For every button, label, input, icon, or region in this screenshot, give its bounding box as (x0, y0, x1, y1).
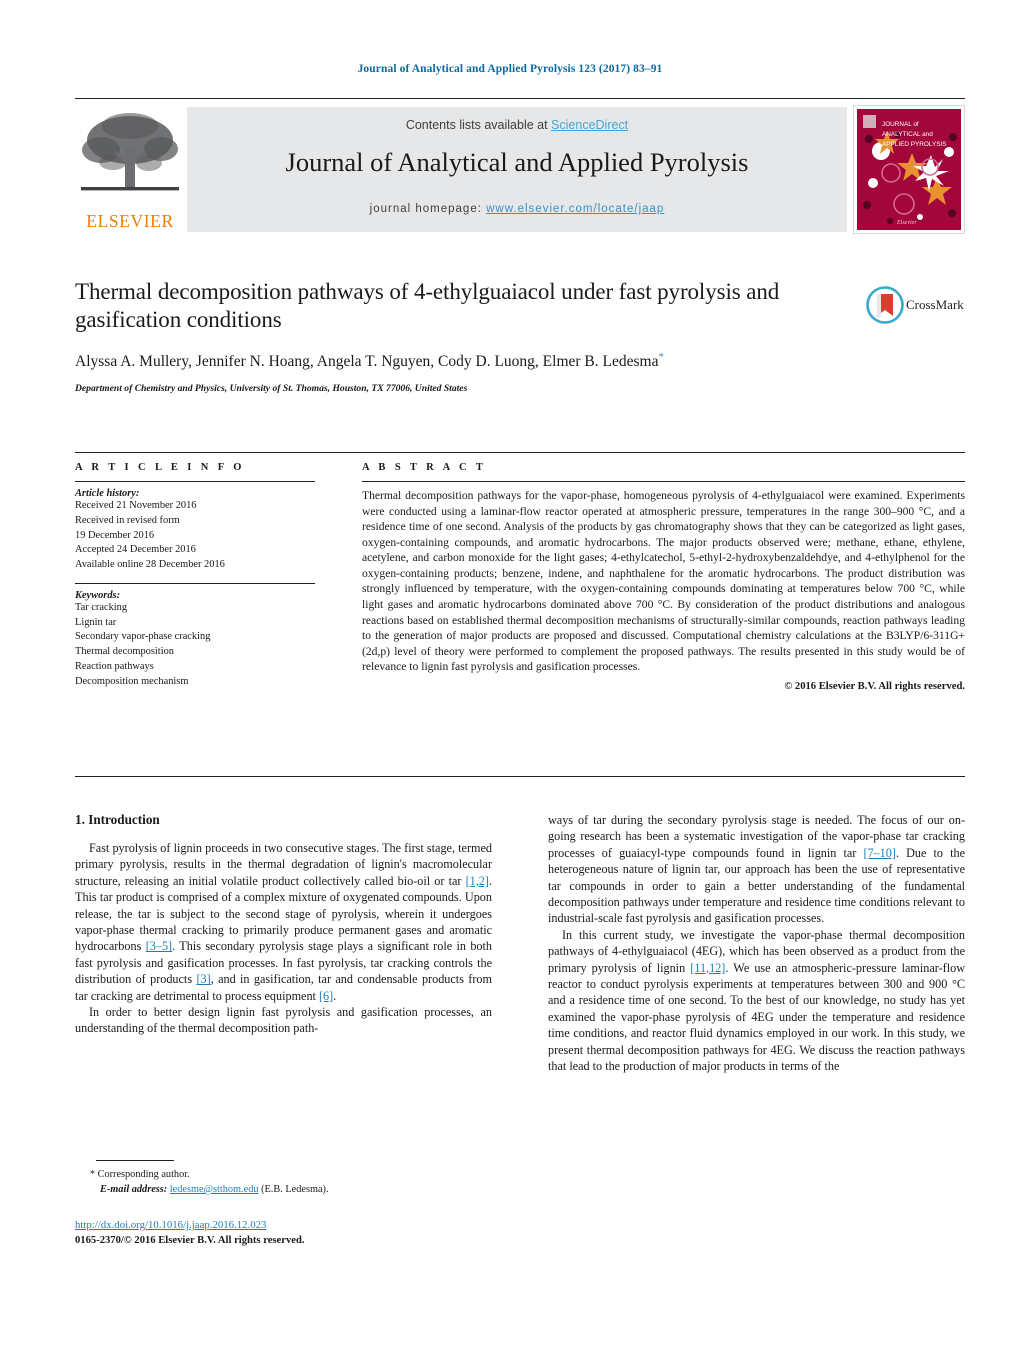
keywords-rule (75, 582, 315, 584)
section-heading-introduction: 1. Introduction (75, 812, 160, 827)
article-info-rule (75, 481, 315, 482)
body-column-right: ways of tar during the secondary pyrolys… (548, 812, 965, 1075)
abstract-text: Thermal decomposition pathways for the v… (362, 489, 965, 674)
citation-ref-11-12[interactable]: [11,12] (690, 961, 725, 975)
body-top-rule (75, 776, 965, 777)
crossmark-badge[interactable]: CrossMark (866, 286, 966, 328)
corresponding-author-text: Corresponding author. (95, 1169, 190, 1180)
abstract-heading: A B S T R A C T (362, 462, 487, 473)
history-item: Received 21 November 2016 (75, 500, 197, 511)
keyword-item: Decomposition mechanism (75, 675, 189, 687)
article-info-heading: A R T I C L E I N F O (75, 462, 245, 473)
elsevier-wordmark: ELSEVIER (86, 211, 174, 231)
article-info-column: A R T I C L E I N F O Article history: R… (75, 462, 315, 689)
citation-ref-7-10[interactable]: [7–10] (863, 846, 896, 860)
keyword-item: Reaction pathways (75, 660, 154, 672)
author-list: Alyssa A. Mullery, Jennifer N. Hoang, An… (75, 350, 835, 373)
citation-ref-3[interactable]: [3] (196, 972, 210, 986)
affiliation: Department of Chemistry and Physics, Uni… (75, 383, 468, 395)
email-link[interactable]: ledesme@stthom.edu (170, 1184, 259, 1195)
crossmark-icon (866, 286, 904, 324)
intro-paragraph-2: In order to better design lignin fast py… (75, 1005, 492, 1036)
intro-paragraph-1: Fast pyrolysis of lignin proceeds in two… (75, 840, 492, 1004)
article-history-label: Article history: (75, 488, 140, 499)
keywords-label: Keywords: (75, 589, 121, 601)
intro-p1-part-a: Fast pyrolysis of lignin proceeds in two… (75, 841, 492, 888)
doi-block: http://dx.doi.org/10.1016/j.jaap.2016.12… (75, 1218, 575, 1248)
history-item: Available online 28 December 2016 (75, 559, 225, 571)
body-column-left: 1. Introduction Fast pyrolysis of lignin… (75, 812, 492, 1037)
journal-title: Journal of Analytical and Applied Pyroly… (285, 147, 749, 177)
citation-ref-6[interactable]: [6] (319, 989, 333, 1003)
cover-title-line1: JOURNAL of (882, 121, 919, 128)
email-note: E-mail address: ledesme@stthom.edu (E.B.… (90, 1183, 490, 1198)
citation-ref-1[interactable]: [1,2] (466, 874, 489, 888)
homepage-label: journal homepage: (369, 203, 487, 215)
intro-p1-part-e: . (333, 988, 337, 1003)
title-block: Thermal decomposition pathways of 4-ethy… (75, 278, 835, 394)
history-item: Accepted 24 December 2016 (75, 544, 196, 556)
intro-p4-part-b: . We use an atmospheric-pressure laminar… (548, 960, 965, 1074)
footnote-block: * Corresponding author. E-mail address: … (90, 1168, 490, 1198)
sciencedirect-link[interactable]: ScienceDirect (551, 118, 628, 132)
contents-prefix: Contents lists available at (405, 118, 552, 132)
keyword-item: Secondary vapor-phase cracking (75, 631, 211, 643)
masthead-band: Contents lists available at ScienceDirec… (187, 107, 847, 232)
info-top-rule (75, 452, 965, 453)
history-item: 19 December 2016 (75, 529, 155, 541)
keyword-item: Tar cracking (75, 601, 128, 613)
journal-masthead: ELSEVIER Contents lists available at Sci… (75, 98, 965, 236)
doi-link[interactable]: http://dx.doi.org/10.1016/j.jaap.2016.12… (75, 1219, 266, 1231)
copyright-line: © 2016 Elsevier B.V. All rights reserved… (784, 680, 965, 692)
history-item: Received in revised form (75, 514, 180, 526)
journal-cover-art: JOURNAL of ANALYTICAL and APPLIED PYROLY… (857, 109, 961, 230)
citation-ref-3-5[interactable]: [3–5] (146, 939, 172, 953)
crossmark-label: CrossMark (906, 297, 964, 312)
page-title: Thermal decomposition pathways of 4-ethy… (75, 279, 780, 333)
cover-title-line3: APPLIED PYROLYSIS (882, 141, 947, 148)
cover-artwork-icon: JOURNAL of ANALYTICAL and APPLIED PYROLY… (857, 109, 961, 230)
journal-cover-thumbnail[interactable]: JOURNAL of ANALYTICAL and APPLIED PYROLY… (853, 105, 965, 234)
email-owner: (E.B. Ledesma). (261, 1183, 329, 1195)
article-page: Journal of Analytical and Applied Pyroly… (0, 0, 1020, 1351)
intro-paragraph-4: In this current study, we investigate th… (548, 927, 965, 1075)
elsevier-tree-icon (81, 113, 179, 191)
author-names: Alyssa A. Mullery, Jennifer N. Hoang, An… (75, 353, 659, 371)
footnote-rule (96, 1160, 174, 1161)
corresponding-author-marker[interactable]: * (658, 351, 664, 363)
intro-paragraph-3: ways of tar during the secondary pyrolys… (548, 812, 965, 927)
abstract-column: A B S T R A C T Thermal decomposition pa… (362, 462, 965, 692)
corresponding-author-note: * Corresponding author. (90, 1168, 490, 1183)
keyword-item: Thermal decomposition (75, 646, 174, 658)
abstract-rule (362, 481, 965, 482)
elsevier-logo: ELSEVIER (75, 107, 185, 232)
email-label: E-mail address: (100, 1183, 168, 1195)
contents-line: Contents lists available at ScienceDirec… (187, 118, 847, 132)
journal-homepage-link[interactable]: www.elsevier.com/locate/jaap (486, 203, 664, 215)
issn-copyright-line: 0165-2370/© 2016 Elsevier B.V. All right… (75, 1235, 305, 1247)
running-head: Journal of Analytical and Applied Pyroly… (357, 63, 663, 75)
keyword-item: Lignin tar (75, 616, 117, 628)
cover-title-line2: ANALYTICAL and (882, 131, 933, 138)
cover-brand: Elsevier (896, 220, 917, 226)
journal-homepage-line: journal homepage: www.elsevier.com/locat… (187, 203, 847, 215)
